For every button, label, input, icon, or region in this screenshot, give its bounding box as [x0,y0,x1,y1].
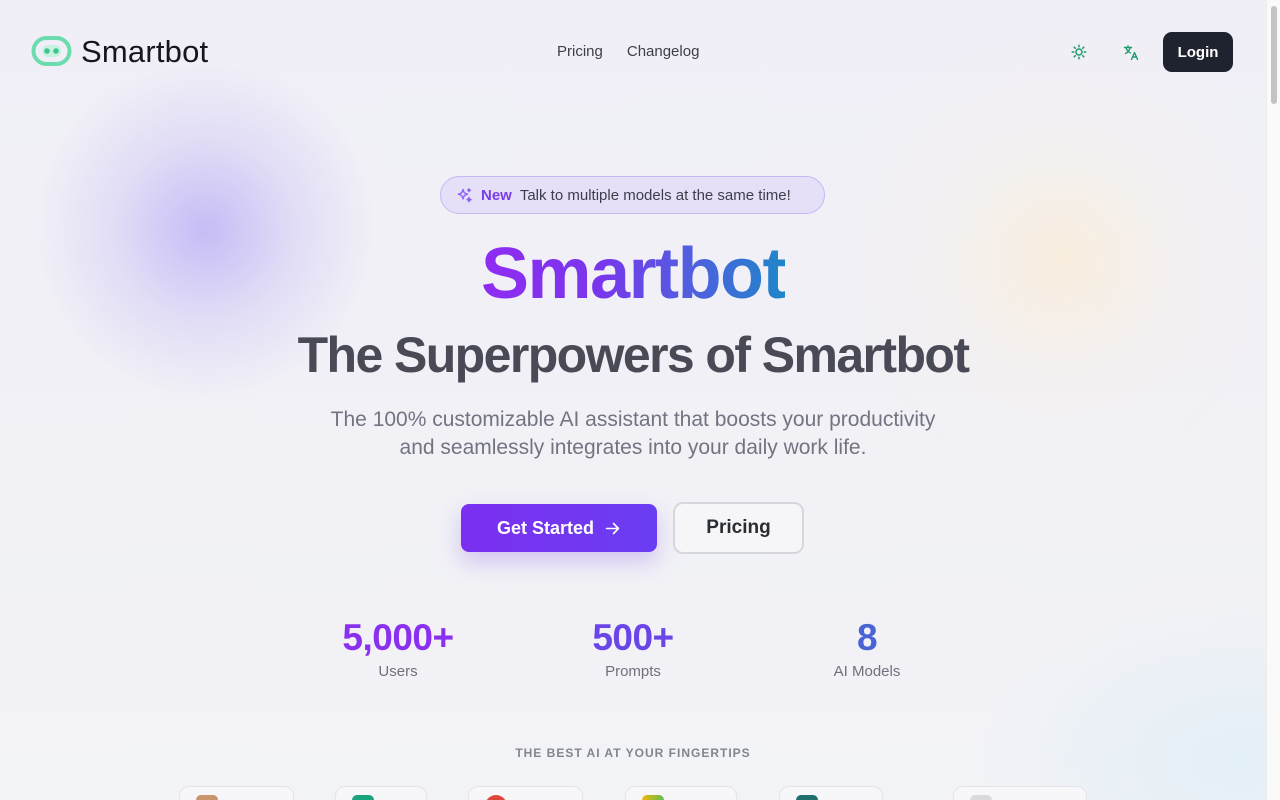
stat-label: Users [378,663,418,680]
sun-icon [1071,44,1087,60]
scrollbar-thumb[interactable] [1271,6,1277,104]
model-logo-icon [485,795,507,800]
get-started-button[interactable]: Get Started [461,504,657,552]
model-logo-icon [196,795,218,800]
page-scrollbar[interactable] [1266,0,1280,800]
pricing-button[interactable]: Pricing [673,502,804,554]
main-nav: Pricing Changelog [557,43,699,61]
models-section-label: THE BEST AI AT YOUR FINGERTIPS [515,746,751,760]
site-header: Smartbot Pricing Changelog Login [0,0,1266,104]
model-card[interactable] [953,786,1087,800]
sparkle-icon [457,187,472,202]
stat-label: AI Models [833,663,901,680]
hero-description: The 100% customizable AI assistant that … [0,406,1266,462]
badge-text: Talk to multiple models at the same time… [519,186,791,204]
smartbot-logo-icon [31,36,72,66]
stat-users: 5,000+ Users [298,616,498,682]
stat-value: 500+ [592,617,674,658]
login-button[interactable]: Login [1163,32,1233,72]
get-started-label: Get Started [496,517,595,538]
stat-prompts: 500+ Prompts [533,616,733,682]
nav-link-changelog[interactable]: Changelog [627,43,700,61]
language-button[interactable] [1116,37,1146,67]
model-card[interactable] [335,786,427,800]
model-card[interactable] [779,786,883,800]
stat-value: 8 [856,617,878,658]
hero-brand-heading: Smartbot [0,232,1266,316]
model-logo-icon [796,795,818,800]
logo-text: Smartbot [81,34,209,69]
hero-description-line-1: The 100% customizable AI assistant that … [330,408,936,431]
model-card[interactable] [625,786,737,800]
model-logo-icon [642,795,664,800]
nav-link-pricing[interactable]: Pricing [557,43,603,61]
badge-tag: New [481,186,512,204]
stat-ai-models: 8 AI Models [767,616,967,682]
stat-value: 5,000+ [342,617,454,658]
hero-description-line-2: and seamlessly integrates into your dail… [399,436,867,459]
model-card[interactable] [468,786,583,800]
hero-title: The Superpowers of Smartbot [297,327,970,383]
model-logo-icon [352,795,374,800]
new-feature-badge[interactable]: New Talk to multiple models at the same … [440,176,825,214]
hero-brand-text: Smartbot [480,234,787,314]
stat-label: Prompts [605,663,661,680]
translate-icon [1123,44,1138,60]
model-card[interactable] [179,786,294,800]
arrow-right-icon [605,522,620,534]
logo[interactable]: Smartbot [31,32,208,72]
model-logo-icon [970,795,992,800]
theme-toggle-button[interactable] [1064,37,1094,67]
